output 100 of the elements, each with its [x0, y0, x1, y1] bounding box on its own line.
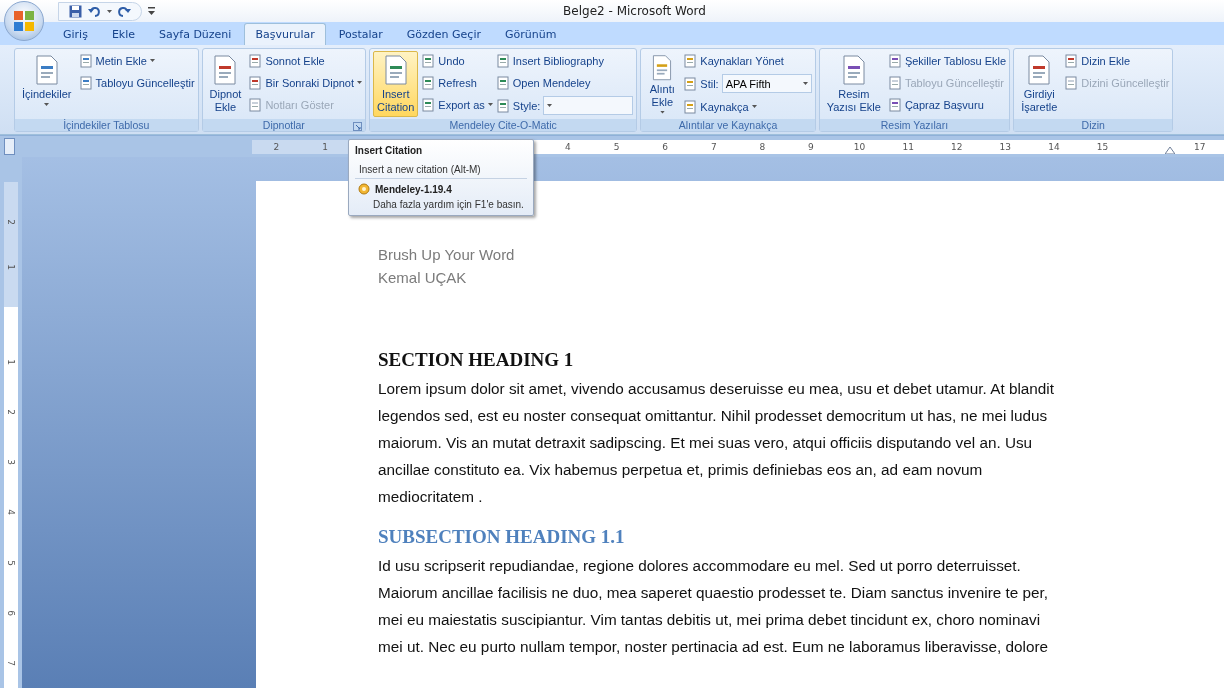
- document-icon: [887, 97, 902, 112]
- caret-icon: [487, 103, 493, 106]
- ruler-number: 10: [852, 141, 867, 152]
- header-text: Kemal UÇAK: [378, 268, 468, 288]
- undo-icon[interactable]: [88, 4, 101, 18]
- field-label: Stil:: [700, 77, 719, 90]
- logo: [13, 10, 35, 32]
- ribbon-button[interactable]: Sonnot Ekle: [248, 51, 363, 70]
- caret-icon: [357, 81, 363, 84]
- ruler-number: 8: [758, 141, 767, 152]
- ribbon-button[interactable]: Şekiller Tablosu Ekle: [887, 51, 1007, 70]
- ribbon-button[interactable]: Export as: [421, 95, 493, 114]
- redo-icon[interactable]: [118, 4, 131, 18]
- header-text: Brush Up Your Word: [378, 245, 516, 265]
- caret-icon: [802, 82, 808, 85]
- group-label: Resim Yazıları: [880, 119, 949, 131]
- save-icon[interactable]: [69, 4, 82, 18]
- ribbon-button[interactable]: Dipnot Ekle: [205, 51, 246, 117]
- caret-icon: [44, 103, 50, 106]
- document-icon: [248, 75, 263, 90]
- ribbon-tab[interactable]: Görünüm: [494, 23, 568, 45]
- ruler-number: 1: [6, 359, 16, 365]
- ribbon-button[interactable]: Refresh: [421, 73, 493, 92]
- ruler-number: 5: [612, 141, 621, 152]
- ruler-number: 5: [6, 559, 16, 566]
- document-icon: [683, 53, 698, 68]
- customize-menu-icon[interactable]: [148, 7, 155, 15]
- tooltip-title: Insert Citation: [355, 145, 424, 156]
- document-icon: [1064, 53, 1079, 68]
- ruler-number: 7: [6, 660, 16, 666]
- ribbon-tab[interactable]: Gözden Geçir: [395, 23, 492, 45]
- body-paragraph: Id usu scripserit repudiandae, regione dolores accommodare eu mel. Sed ut porro deterruisset. Maiorum ancillae facilisis ne duo, mea saperet quaestio prodesset te. Diam sanctus invenire te per, mei eu maiestatis suscipiantur. Vim tantas debitis ut, mei prima debet tincidunt ex, choro nominavi mei ut. Nec eu purto nullam tempor, noster pertinacia ad est. Eum ne laboramus liberavisse, dolore: [378, 556, 1049, 657]
- group-label: Dipnotlar: [262, 119, 305, 131]
- ribbon-button[interactable]: Dizin Ekle: [1064, 51, 1170, 70]
- document-icon: [887, 53, 902, 68]
- ribbon-button[interactable]: İçindekiler: [18, 51, 76, 117]
- document-icon: [248, 53, 263, 68]
- document-icon: [495, 98, 510, 113]
- field-label: Style:: [512, 99, 541, 112]
- document-icon: [421, 97, 436, 112]
- ribbon-button[interactable]: Kaynakları Yönet: [683, 51, 812, 70]
- ribbon-button[interactable]: Tabloyu Güncelleştir: [78, 73, 195, 92]
- ruler-number: 6: [6, 609, 16, 616]
- group-label: Mendeley Cite-O-Matic: [449, 119, 557, 131]
- ruler-number: 2: [6, 219, 16, 225]
- document-icon: [421, 53, 436, 68]
- document-icon: [683, 99, 698, 114]
- ruler-number: 7: [709, 141, 718, 152]
- document-icon: [78, 75, 93, 90]
- caret-icon: [107, 9, 112, 13]
- document-icon: [1064, 75, 1079, 90]
- ruler-number: 2: [272, 141, 281, 152]
- window-title: Belge2 - Microsoft Word: [562, 4, 707, 18]
- ruler-number: 17: [1192, 141, 1207, 152]
- ribbon-button[interactable]: Bir Sonraki Dipnot: [248, 73, 363, 92]
- ruler-number: 9: [807, 141, 815, 152]
- ruler-number: 1: [6, 264, 16, 270]
- ribbon-tab[interactable]: Giriş: [52, 23, 99, 45]
- ruler-number: 6: [661, 141, 670, 152]
- indent-marker-icon[interactable]: [1165, 146, 1176, 154]
- section-heading: SECTION HEADING 1: [378, 349, 575, 371]
- caret-icon: [751, 105, 757, 108]
- dialog-launcher-icon[interactable]: [353, 122, 363, 131]
- document-icon: [887, 75, 902, 90]
- ribbon-tab[interactable]: Başvurular: [244, 23, 326, 45]
- help-text: Daha fazla yardım için F1'e basın.: [372, 199, 525, 210]
- ribbon-button[interactable]: Metin Ekle: [78, 51, 195, 70]
- ruler-number: 1: [321, 141, 329, 152]
- section-heading: SUBSECTION HEADING 1.1: [378, 526, 626, 548]
- ruler-number: 15: [1095, 141, 1110, 152]
- ribbon-button[interactable]: Çapraz Başvuru: [887, 95, 1007, 114]
- ribbon-button[interactable]: Alıntı Ekle: [644, 51, 681, 117]
- ribbon-tab[interactable]: Sayfa Düzeni: [148, 23, 243, 45]
- document-icon: [421, 75, 436, 90]
- ribbon-tab[interactable]: Ekle: [100, 23, 147, 45]
- ribbon-tab[interactable]: Postalar: [327, 23, 394, 45]
- document-icon: [248, 97, 263, 112]
- ribbon-button[interactable]: Girdiyi İşaretle: [1017, 51, 1062, 117]
- ruler-number: 12: [950, 141, 964, 152]
- style-dropdown[interactable]: APA Fifth: [721, 74, 812, 93]
- ribbon-button[interactable]: Resim Yazısı Ekle: [822, 51, 885, 117]
- caret-icon: [149, 59, 155, 62]
- ruler-number: 13: [998, 141, 1013, 152]
- group-label: Dizin: [1081, 119, 1105, 131]
- caret-icon: [547, 104, 553, 107]
- ribbon-button[interactable]: Open Mendeley: [495, 73, 634, 92]
- ruler-number: 11: [901, 141, 915, 152]
- ribbon-button[interactable]: Insert Citation: [373, 51, 419, 117]
- tab-selector-icon[interactable]: [4, 138, 16, 155]
- document-icon: [495, 75, 510, 90]
- ribbon-button[interactable]: Undo: [421, 51, 493, 70]
- ribbon-button[interactable]: Kaynakça: [683, 97, 812, 116]
- document-icon: [78, 53, 93, 68]
- document-icon: [683, 76, 698, 91]
- ruler-number: 4: [564, 141, 572, 152]
- ribbon-button[interactable]: Insert Bibliography: [495, 51, 634, 70]
- addin-name: Mendeley-1.19.4: [375, 183, 452, 195]
- caret-icon: [659, 111, 665, 114]
- group-label: Alıntılar ve Kaynakça: [678, 119, 778, 131]
- tooltip-description: Insert a new citation (Alt-M): [355, 160, 527, 179]
